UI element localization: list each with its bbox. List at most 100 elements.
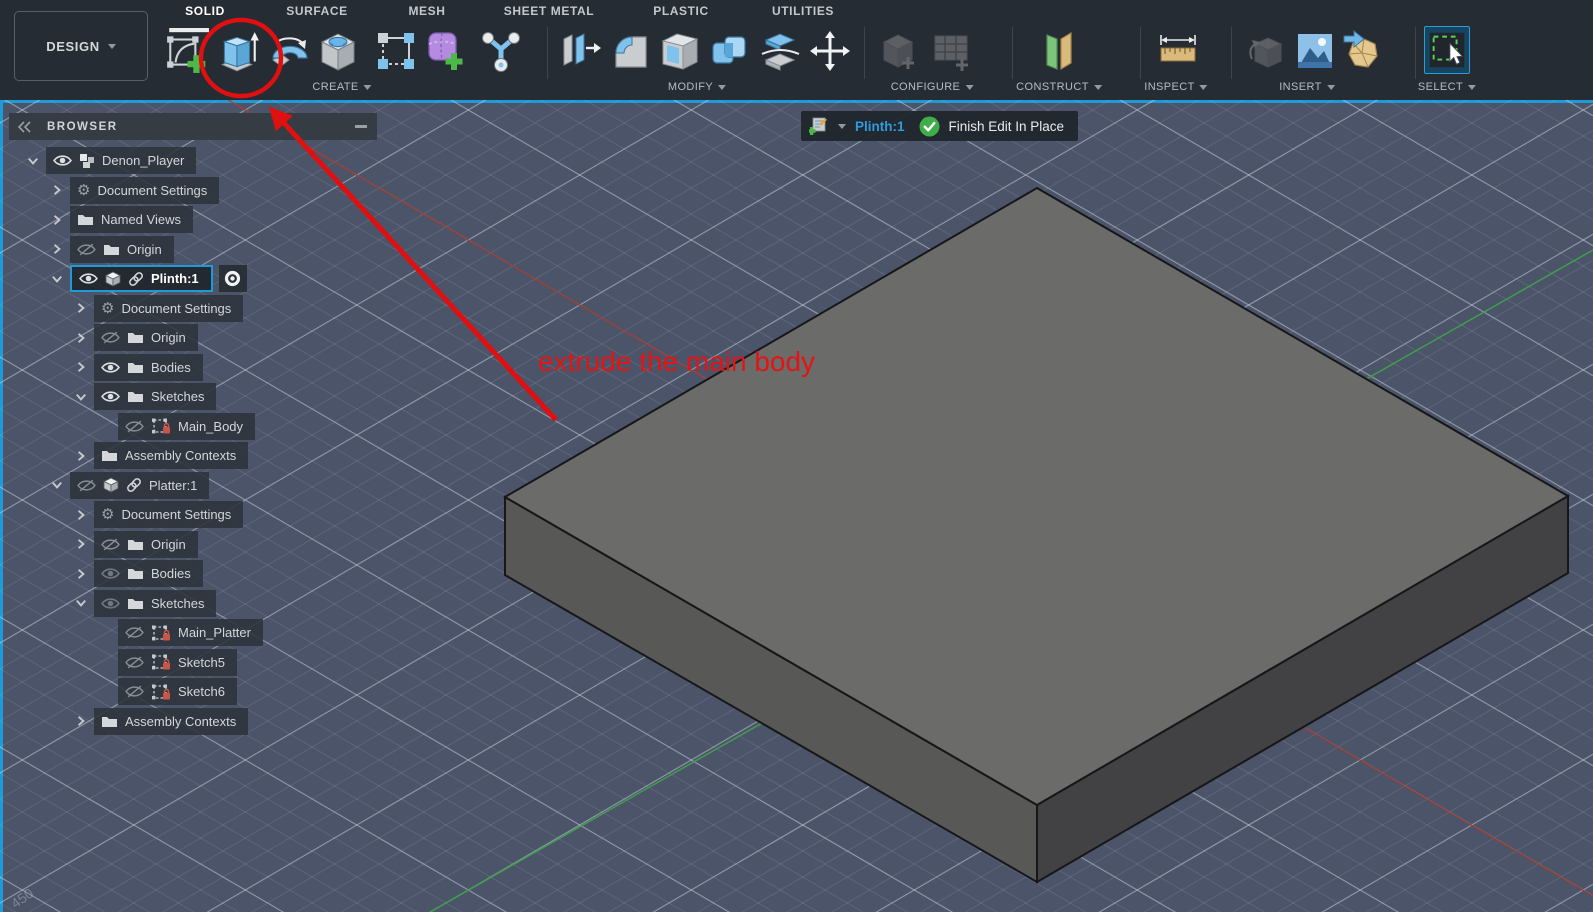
tree-row-sketches[interactable]: Sketches bbox=[9, 589, 377, 619]
select-button[interactable] bbox=[1424, 26, 1470, 74]
visibility-off-icon[interactable] bbox=[125, 626, 144, 639]
revolve-button[interactable] bbox=[266, 26, 314, 76]
minimize-panel-icon[interactable] bbox=[355, 124, 367, 129]
chevron-right-icon[interactable] bbox=[73, 448, 88, 463]
combine-button[interactable] bbox=[705, 26, 753, 76]
tree-row-sketches[interactable]: Sketches bbox=[9, 382, 377, 412]
joint-button[interactable] bbox=[477, 26, 525, 76]
chevron-right-icon[interactable] bbox=[73, 507, 88, 522]
visibility-off-icon[interactable] bbox=[101, 538, 120, 551]
create-group-dropdown[interactable]: CREATE bbox=[312, 81, 372, 93]
chevron-down-icon[interactable] bbox=[25, 153, 40, 168]
hole-button[interactable] bbox=[314, 26, 362, 76]
select-group-dropdown[interactable]: SELECT bbox=[1418, 81, 1477, 93]
measure-button[interactable] bbox=[1154, 26, 1202, 76]
tree-row-platter[interactable]: Platter:1 bbox=[9, 471, 377, 501]
edit-in-place-radio[interactable] bbox=[218, 265, 247, 293]
visibility-eye-icon[interactable] bbox=[101, 361, 120, 374]
tree-row-label: Sketches bbox=[151, 595, 205, 611]
3d-viewport[interactable]: 450 BROWSER Denon_Player ⚙ Document Sett… bbox=[0, 100, 1593, 912]
visibility-eye-dim-icon[interactable] bbox=[101, 567, 120, 580]
visibility-off-icon[interactable] bbox=[125, 420, 144, 433]
visibility-eye-dim-icon[interactable] bbox=[101, 597, 120, 610]
finish-check-icon[interactable] bbox=[919, 116, 940, 137]
tab-surface[interactable]: SURFACE bbox=[286, 4, 348, 18]
chevron-right-icon[interactable] bbox=[49, 212, 64, 227]
chevron-right-icon[interactable] bbox=[49, 242, 64, 257]
active-component-name[interactable]: Plinth:1 bbox=[855, 119, 905, 134]
visibility-off-icon[interactable] bbox=[125, 656, 144, 669]
configuration-button[interactable] bbox=[874, 26, 922, 76]
tree-row-label: Document Settings bbox=[97, 182, 208, 198]
visibility-off-icon[interactable] bbox=[125, 685, 144, 698]
chevron-down-icon[interactable] bbox=[838, 123, 846, 129]
tree-row-named-views[interactable]: Named Views bbox=[9, 205, 377, 235]
chevron-down-icon[interactable] bbox=[73, 596, 88, 611]
chevron-down-icon[interactable] bbox=[73, 389, 88, 404]
tree-row-sketch6[interactable]: Sketch6 bbox=[9, 677, 377, 707]
tree-row-origin[interactable]: Origin bbox=[9, 323, 377, 353]
chevron-right-icon[interactable] bbox=[73, 566, 88, 581]
fillet-button[interactable] bbox=[606, 26, 654, 76]
chevron-right-icon[interactable] bbox=[49, 183, 64, 198]
chevron-down-icon[interactable] bbox=[49, 478, 64, 493]
chevron-right-icon[interactable] bbox=[73, 330, 88, 345]
tab-solid[interactable]: SOLID bbox=[185, 4, 225, 18]
split-body-button[interactable] bbox=[756, 26, 804, 76]
construct-group-dropdown[interactable]: CONSTRUCT bbox=[1016, 81, 1102, 93]
insert-derive-button[interactable] bbox=[1243, 26, 1291, 76]
tree-row-bodies[interactable]: Bodies bbox=[9, 559, 377, 589]
visibility-eye-icon[interactable] bbox=[79, 272, 98, 285]
box-primitive-button[interactable] bbox=[372, 26, 420, 76]
browser-header: BROWSER bbox=[9, 113, 377, 140]
chevron-down-icon[interactable] bbox=[49, 271, 64, 286]
tab-mesh[interactable]: MESH bbox=[408, 4, 445, 18]
tree-row-document-settings[interactable]: ⚙ Document Settings bbox=[9, 500, 377, 530]
tab-utilities[interactable]: UTILITIES bbox=[772, 4, 834, 18]
fillet-icon bbox=[615, 36, 647, 68]
collapse-panel-icon[interactable] bbox=[17, 120, 33, 133]
tab-plastic[interactable]: PLASTIC bbox=[653, 4, 709, 18]
tab-sheet-metal[interactable]: SHEET METAL bbox=[504, 4, 594, 18]
extrude-button[interactable] bbox=[214, 26, 262, 76]
finish-edit-in-place-button[interactable]: Finish Edit In Place bbox=[949, 119, 1065, 134]
tree-row-origin[interactable]: Origin bbox=[9, 235, 377, 265]
construct-plane-button[interactable] bbox=[1036, 26, 1084, 76]
configuration-table-button[interactable] bbox=[928, 26, 976, 76]
visibility-eye-icon[interactable] bbox=[53, 154, 72, 167]
tree-row-document-settings[interactable]: ⚙ Document Settings bbox=[9, 294, 377, 324]
tree-row-main-body[interactable]: Main_Body bbox=[9, 412, 377, 442]
tree-row-main-platter[interactable]: Main_Platter bbox=[9, 618, 377, 648]
create-sketch-button[interactable] bbox=[163, 26, 211, 76]
modify-group-dropdown[interactable]: MODIFY bbox=[668, 81, 727, 93]
press-pull-button[interactable] bbox=[556, 26, 604, 76]
tree-row-assembly-contexts[interactable]: Assembly Contexts bbox=[9, 441, 377, 471]
shell-button[interactable] bbox=[655, 26, 703, 76]
configure-group-dropdown[interactable]: CONFIGURE bbox=[891, 81, 974, 93]
design-menu-button[interactable]: DESIGN bbox=[14, 11, 148, 81]
tree-row-assembly-contexts[interactable]: Assembly Contexts bbox=[9, 707, 377, 737]
chevron-down-icon bbox=[718, 84, 727, 90]
insert-group-dropdown[interactable]: INSERT bbox=[1279, 81, 1335, 93]
chevron-right-icon[interactable] bbox=[73, 301, 88, 316]
tree-row-bodies[interactable]: Bodies bbox=[9, 353, 377, 383]
insert-mesh-button[interactable] bbox=[1338, 26, 1386, 76]
chevron-right-icon[interactable] bbox=[73, 537, 88, 552]
move-button[interactable] bbox=[806, 26, 854, 76]
inspect-group-dropdown[interactable]: INSPECT bbox=[1144, 81, 1208, 93]
insert-canvas-button[interactable] bbox=[1291, 26, 1339, 76]
tree-row-document-settings[interactable]: ⚙ Document Settings bbox=[9, 176, 377, 206]
visibility-off-icon[interactable] bbox=[77, 243, 96, 256]
tree-row-sketch5[interactable]: Sketch5 bbox=[9, 648, 377, 678]
create-form-button[interactable] bbox=[422, 26, 470, 76]
visibility-eye-icon[interactable] bbox=[101, 390, 120, 403]
visibility-off-icon[interactable] bbox=[77, 479, 96, 492]
tree-row-denon-player[interactable]: Denon_Player bbox=[9, 146, 377, 176]
chevron-right-icon[interactable] bbox=[73, 360, 88, 375]
visibility-off-icon[interactable] bbox=[101, 331, 120, 344]
chevron-right-icon[interactable] bbox=[73, 714, 88, 729]
tree-row-plinth[interactable]: Plinth:1 bbox=[9, 264, 377, 294]
edit-component-icon[interactable] bbox=[809, 116, 829, 136]
tree-row-origin[interactable]: Origin bbox=[9, 530, 377, 560]
folder-icon bbox=[104, 244, 119, 255]
